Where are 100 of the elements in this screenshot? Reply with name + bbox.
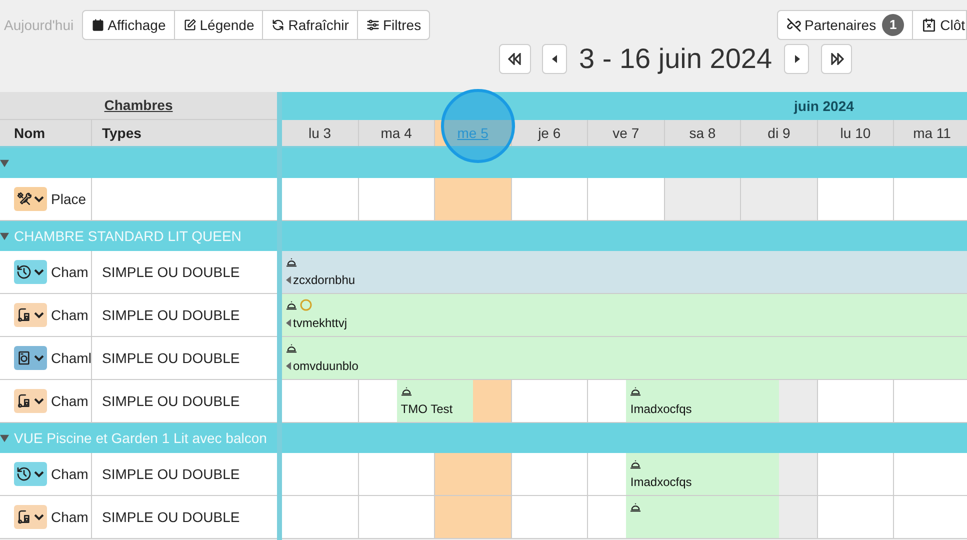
vacuum-icon xyxy=(16,307,32,323)
bell-icon xyxy=(630,386,642,396)
day-cell[interactable] xyxy=(664,178,742,220)
day-cell[interactable] xyxy=(818,453,894,495)
column-header: Types xyxy=(101,124,142,143)
room-status-button[interactable] xyxy=(14,505,47,529)
day-cell[interactable] xyxy=(818,380,894,422)
booking-name: TMO Test xyxy=(400,401,453,418)
next-button[interactable] xyxy=(784,44,810,74)
bell-icon xyxy=(400,386,412,396)
toolbar-button[interactable]: Légende xyxy=(174,11,262,39)
day-cell[interactable] xyxy=(358,380,397,422)
toolbar-button[interactable]: Clôt xyxy=(912,11,966,39)
room-name: Cham xyxy=(51,464,88,484)
day-cell[interactable] xyxy=(512,496,588,538)
day-header: di 9 xyxy=(741,120,818,146)
day-cell[interactable] xyxy=(894,453,967,495)
day-cell[interactable] xyxy=(282,496,359,538)
day-cell[interactable] xyxy=(894,178,967,220)
booking-name: Imadxocfqs xyxy=(630,401,692,418)
toolbar-button[interactable]: Partenaires 1 xyxy=(778,11,912,39)
day-cell[interactable] xyxy=(818,496,894,538)
last-icon xyxy=(830,53,844,65)
day-cell[interactable] xyxy=(512,380,588,422)
day-cell[interactable] xyxy=(282,178,359,220)
day-cell[interactable] xyxy=(358,496,436,538)
column-group-title[interactable]: Chambres xyxy=(104,95,173,116)
period-title: 3 - 16 juin 2024 xyxy=(579,42,772,76)
sliders-icon xyxy=(366,18,380,32)
day-cell[interactable] xyxy=(473,380,512,422)
room-type: SIMPLE OU DOUBLE xyxy=(102,392,240,410)
booking-bar[interactable]: Imadxocfqs xyxy=(626,380,780,422)
booking-bar[interactable]: omvduunblo xyxy=(282,337,967,379)
day-cell[interactable] xyxy=(588,178,665,220)
day-cell[interactable] xyxy=(358,178,436,220)
calendar-x-icon xyxy=(921,17,938,33)
booking-bar[interactable]: TMO Test xyxy=(396,380,474,422)
room-status-button[interactable] xyxy=(14,346,47,370)
day-header: je 6 xyxy=(512,120,588,146)
room-name: Place xyxy=(51,190,86,208)
bell-icon xyxy=(286,343,297,353)
day-cell[interactable] xyxy=(779,380,818,422)
caret-icon[interactable] xyxy=(0,434,9,442)
history-icon xyxy=(16,466,32,482)
day-header: ve 7 xyxy=(588,120,665,146)
pane-splitter[interactable] xyxy=(277,92,282,540)
day-cell[interactable] xyxy=(894,496,967,538)
day-cell[interactable] xyxy=(741,178,818,220)
day-cell[interactable] xyxy=(588,380,626,422)
day-header: sa 8 xyxy=(664,120,742,146)
day-cell[interactable] xyxy=(512,178,588,220)
unlink-icon xyxy=(786,17,802,33)
bell-icon xyxy=(286,257,297,267)
vacuum-icon xyxy=(16,393,32,409)
day-cell[interactable] xyxy=(894,380,967,422)
room-status-button[interactable] xyxy=(14,260,47,284)
caret-icon[interactable] xyxy=(0,158,9,168)
booking-name: tvmekhttvj xyxy=(293,315,348,332)
day-cell[interactable] xyxy=(779,496,818,538)
day-cell[interactable] xyxy=(512,453,588,495)
booking-name: Imadxocfqs xyxy=(630,474,692,491)
day-cell[interactable] xyxy=(435,178,512,220)
washing-machine-icon xyxy=(16,350,32,366)
toolbar-button[interactable]: Affichage xyxy=(82,11,174,39)
room-name: Cham xyxy=(51,392,88,410)
caret-icon[interactable] xyxy=(0,232,9,240)
refresh-icon xyxy=(271,18,286,32)
vacuum-icon xyxy=(16,509,32,525)
day-cell[interactable] xyxy=(818,178,894,220)
bell-icon xyxy=(286,300,297,310)
day-cell[interactable] xyxy=(435,453,512,495)
booking-bar[interactable]: tvmekhttvj xyxy=(282,294,967,336)
room-status-button[interactable] xyxy=(14,389,47,413)
toolbar-button[interactable]: Rafraîchir xyxy=(262,11,357,39)
booking-bar[interactable]: zcxdornbhu xyxy=(282,251,967,293)
history-icon xyxy=(16,264,32,280)
room-type: SIMPLE OU DOUBLE xyxy=(102,262,240,282)
booking-bar[interactable] xyxy=(626,496,780,538)
room-status-button[interactable] xyxy=(14,462,47,486)
day-header: ma 11 xyxy=(894,120,967,146)
first-button[interactable] xyxy=(499,44,531,74)
room-name: Cham xyxy=(51,306,88,324)
day-cell[interactable] xyxy=(282,453,359,495)
bell-icon xyxy=(630,502,642,512)
day-cell[interactable] xyxy=(282,380,359,422)
room-type: SIMPLE OU DOUBLE xyxy=(102,464,240,484)
day-cell[interactable] xyxy=(588,496,626,538)
first-icon xyxy=(508,53,522,65)
toolbar-button[interactable]: Filtres xyxy=(356,11,430,39)
day-cell[interactable] xyxy=(358,453,436,495)
edit-icon xyxy=(182,18,197,32)
last-button[interactable] xyxy=(821,44,852,74)
day-cell[interactable] xyxy=(779,453,818,495)
room-status-button[interactable] xyxy=(14,303,47,327)
bell-icon xyxy=(630,459,642,469)
previous-button[interactable] xyxy=(542,44,567,74)
room-status-button[interactable] xyxy=(14,187,47,211)
day-cell[interactable] xyxy=(588,453,626,495)
booking-bar[interactable]: Imadxocfqs xyxy=(626,453,780,495)
day-cell[interactable] xyxy=(435,496,512,538)
